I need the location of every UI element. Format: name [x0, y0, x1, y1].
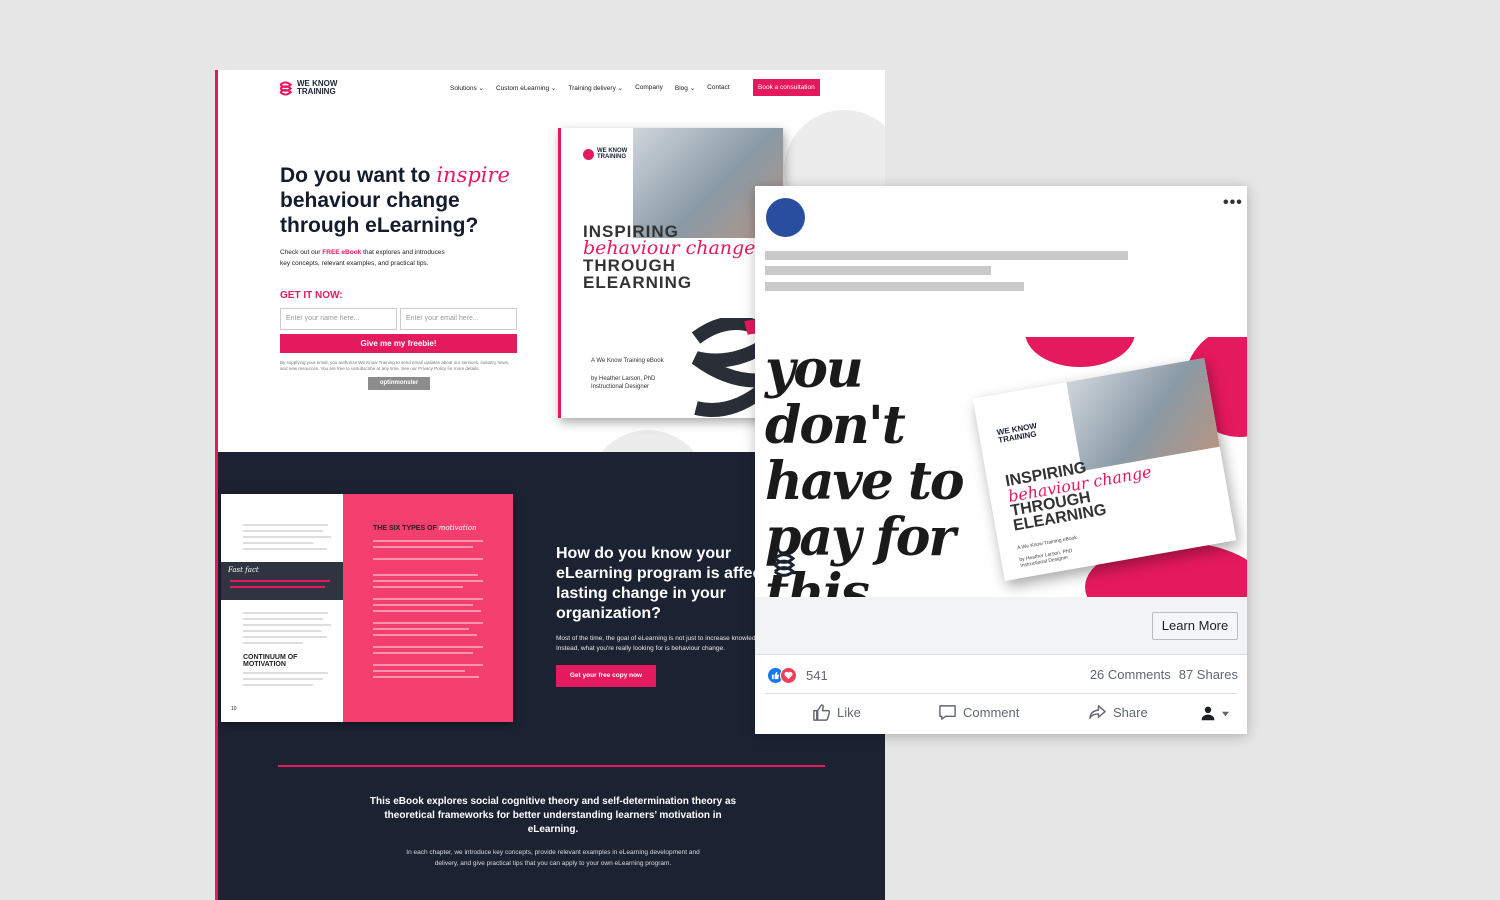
decorative-pink-shape [1025, 337, 1135, 367]
placeholder-text-line [765, 251, 1128, 260]
ebook-author: by Heather Larson, PhD Instructional Des… [591, 375, 681, 391]
ad-headline-script: you don't have to pay for this [765, 339, 965, 598]
nav-training-delivery[interactable]: Training delivery ⌄ [568, 84, 623, 92]
comment-button[interactable]: Comment [938, 703, 1019, 722]
shares-count[interactable]: 87 Shares [1179, 667, 1238, 682]
placeholder-text-line [765, 282, 1024, 291]
placeholder-text-line [765, 266, 991, 275]
reactions-summary[interactable]: 541 [767, 667, 828, 684]
hero-title-post: behaviour change through eLearning? [280, 189, 479, 237]
brand-line-2: TRAINING [297, 87, 336, 96]
six-types-accent: motivation [438, 524, 477, 532]
spread-right-page: THE SIX TYPES OF motivation [343, 494, 513, 722]
love-reaction-icon [780, 667, 797, 684]
thumbs-up-icon [813, 704, 831, 721]
submit-freebie-button[interactable]: Give me my freebie! [280, 334, 517, 353]
ebook-statement: This eBook explores social cognitive the… [369, 796, 737, 835]
ebook-cover: WE KNOW TRAINING INSPIRING behaviour cha… [558, 128, 783, 418]
ebook-brand: WE KNOW TRAINING [583, 148, 637, 160]
nav-solutions[interactable]: Solutions ⌄ [450, 84, 484, 92]
ebook-title: INSPIRING behaviour change THROUGH ELEAR… [583, 223, 783, 291]
spread-fast-fact: Fast fact [221, 562, 353, 600]
more-options-icon[interactable]: ••• [1223, 194, 1243, 212]
caret-down-icon [1221, 711, 1230, 716]
comments-count[interactable]: 26 Comments [1090, 667, 1171, 682]
optinmonster-badge[interactable]: optinmonster [368, 377, 430, 390]
ebook-title-line-2: THROUGH [583, 256, 676, 275]
ebook-spread-preview: CONTINUUM OF MOTIVATION 10 Fast fact THE… [221, 494, 513, 722]
like-label: Like [837, 705, 861, 720]
email-input[interactable]: Enter your email here... [400, 308, 517, 330]
ebook-title-script: behaviour change [583, 237, 756, 259]
ebook-detail: In each chapter, we introduce key concep… [406, 849, 700, 867]
brand-logo[interactable]: WE KNOW TRAINING [278, 80, 357, 96]
reaction-count: 541 [806, 668, 828, 683]
dark-body: Most of the time, the goal of eLearning … [556, 635, 765, 652]
site-header: WE KNOW TRAINING Solutions ⌄ Custom eLea… [278, 79, 828, 116]
privacy-fine-print: By supplying your email, you authorize W… [280, 360, 510, 371]
hero-title-accent: inspire [436, 163, 510, 187]
learn-more-button[interactable]: Learn More [1152, 612, 1238, 640]
audience-selector[interactable] [1200, 705, 1230, 721]
action-bar: Like Comment Share [755, 703, 1247, 729]
share-arrow-icon [1089, 705, 1106, 719]
ebook-title-line-3: ELEARNING [583, 273, 693, 292]
like-button[interactable]: Like [812, 703, 861, 722]
hero-intro: Check out our FREE eBook that explores a… [280, 248, 450, 269]
book-consultation-button[interactable]: Book a consultation [753, 79, 820, 96]
ebook-author-name: by Heather Larson, PhD [591, 376, 656, 382]
ad-creative-image[interactable]: you don't have to pay for this WE KNOW T… [755, 337, 1247, 597]
ebook-brand-text: WE KNOW TRAINING [597, 148, 637, 160]
ebook-subtitle: A We Know Training eBook [591, 358, 664, 364]
intro-free-link: FREE eBook [322, 249, 362, 256]
brand-knot-icon [279, 81, 293, 95]
fast-fact-label: Fast fact [228, 566, 259, 574]
spread-continuum-heading: CONTINUUM OF MOTIVATION [243, 654, 298, 668]
get-free-copy-button[interactable]: Get your free copy now [556, 665, 656, 687]
six-types-pre: THE SIX TYPES OF [373, 525, 439, 532]
six-types-heading: THE SIX TYPES OF motivation [373, 524, 477, 532]
nav-company[interactable]: Company [635, 84, 663, 92]
nav-blog[interactable]: Blog ⌄ [675, 84, 695, 92]
nav-custom-elearning[interactable]: Custom eLearning ⌄ [496, 84, 556, 92]
profile-silhouette-icon [1201, 706, 1215, 721]
name-input[interactable]: Enter your name here... [280, 308, 397, 330]
brand-name: WE KNOW TRAINING [297, 80, 357, 96]
page-avatar[interactable] [766, 198, 805, 237]
ebook-author-role: Instructional Designer [591, 384, 650, 390]
hero-title-pre: Do you want to [280, 164, 437, 187]
hero-title: Do you want to inspire behaviour change … [280, 163, 540, 238]
divider [765, 693, 1237, 694]
brand-knot-icon [583, 148, 594, 160]
main-nav: Solutions ⌄ Custom eLearning ⌄ Training … [450, 84, 730, 92]
ad-cta-bar: Learn More [755, 597, 1247, 655]
comment-label: Comment [963, 705, 1020, 720]
intro-pre: Check out our [280, 249, 323, 256]
brand-knot-icon [773, 553, 796, 577]
share-label: Share [1113, 705, 1148, 720]
comment-icon [939, 705, 956, 720]
nav-contact[interactable]: Contact [707, 84, 729, 92]
ebook-brand-line-2: TRAINING [597, 154, 626, 160]
get-it-label: GET IT NOW: [280, 290, 343, 301]
spread-page-number: 10 [231, 706, 237, 712]
pink-divider [278, 765, 825, 767]
facebook-ad-card: ••• you don't have to pay for this WE KN… [755, 186, 1247, 734]
ad-ebook-brand: WE KNOW TRAINING [996, 421, 1038, 445]
composite-stage: WE KNOW TRAINING Solutions ⌄ Custom eLea… [0, 0, 1500, 900]
engagement-stats: 26 Comments 87 Shares [1090, 667, 1238, 682]
share-button[interactable]: Share [1088, 703, 1148, 722]
spread-left-page: CONTINUUM OF MOTIVATION 10 [221, 494, 343, 722]
